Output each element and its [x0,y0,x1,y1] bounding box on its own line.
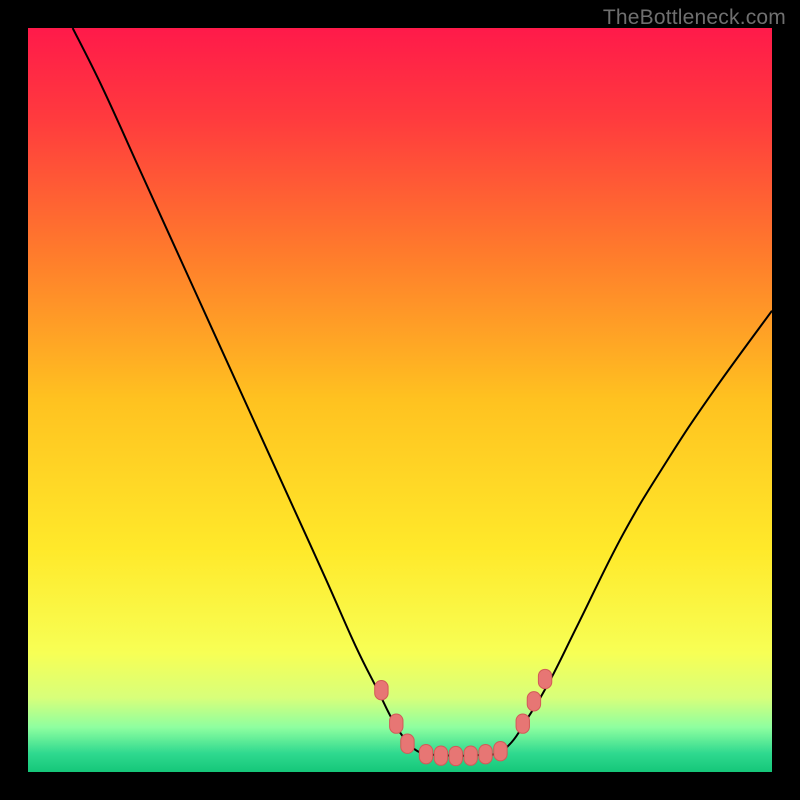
chart-frame: TheBottleneck.com [0,0,800,800]
data-marker [516,714,529,733]
curve-layer [28,28,772,772]
data-marker [449,746,462,765]
data-marker [527,692,540,711]
data-marker [464,746,477,765]
data-marker [375,680,388,699]
watermark-text: TheBottleneck.com [603,6,786,30]
data-marker [390,714,403,733]
data-marker [401,734,414,753]
bottleneck-curve [73,28,772,756]
data-marker [479,744,492,763]
data-marker [538,669,551,688]
data-marker [419,744,432,763]
data-marker [434,746,447,765]
data-markers [375,669,552,765]
plot-area [28,28,772,772]
data-marker [494,741,507,760]
curve-path [73,28,772,756]
